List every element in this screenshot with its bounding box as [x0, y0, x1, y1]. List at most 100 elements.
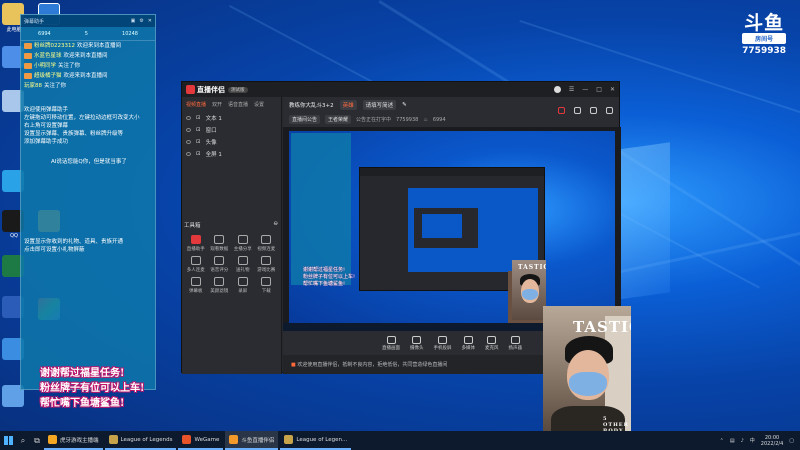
tool-match[interactable]: 游戏比赛	[255, 256, 279, 273]
phone-cast-button[interactable]: 手机投屏	[434, 335, 452, 351]
notice-text: 欢迎使用直播伴侣，抵制不良内容，拒绝低俗，共同营造绿色直播间	[297, 362, 448, 368]
stream-caption: 谢谢帮过福星任务! 粉丝牌子有位可以上车! 帮忙嘴下鱼塘鲨鱼!	[40, 366, 144, 411]
category-pill[interactable]: 英雄	[339, 100, 357, 110]
share-icon[interactable]	[606, 107, 613, 114]
eye-icon[interactable]	[186, 116, 191, 120]
taskbar: ⌕ ⧉ 虎牙游戏主播端 League of Legends WeGame 斗鱼直…	[0, 431, 800, 450]
chat-icon[interactable]	[574, 107, 581, 114]
summary-pill[interactable]: 请填写简述	[362, 100, 397, 110]
room-title[interactable]: 教练你大乱斗3+2	[289, 101, 334, 109]
room-info-bar: 教练你大乱斗3+2 英雄 请填写简述 ✎ 直播间公告 王者荣耀 公告正在打字中 …	[283, 97, 619, 127]
stream-preview[interactable]: 谢谢帮过福星任务! 粉丝牌子有位可以上车! 帮忙嘴下鱼塘鲨鱼!	[283, 127, 621, 331]
clock-date: 2022/2/4	[760, 440, 784, 447]
like-count: 10248	[122, 30, 138, 37]
viewer-count: 6994	[38, 30, 51, 37]
network-icon[interactable]: ▤	[730, 438, 735, 444]
scene-item[interactable]: ⊡ 头像	[182, 136, 281, 148]
preview-caption: 谢谢帮过福星任务! 粉丝牌子有位可以上车! 帮忙嘴下鱼塘鲨鱼!	[303, 267, 356, 287]
caption-line: 帮忙嘴下鱼塘鲨鱼!	[40, 398, 125, 409]
tab-voice-live[interactable]: 语音直播	[228, 101, 248, 108]
taskbar-app[interactable]: League of Legen...	[280, 431, 352, 450]
tool-live-assistant[interactable]: 直播助手	[184, 235, 208, 252]
wegame-icon	[182, 435, 192, 444]
version-badge: 测试版	[228, 86, 248, 93]
menu-icon[interactable]: ☰	[569, 86, 574, 93]
tab-settings[interactable]: 设置	[254, 101, 264, 108]
scene-item[interactable]: ⊡ 窗口	[182, 124, 281, 136]
eye-icon[interactable]	[186, 152, 191, 156]
camera-button[interactable]: 摄像头	[410, 335, 424, 351]
settings-icon[interactable]	[590, 107, 597, 114]
app-logo-icon	[186, 85, 195, 94]
eye-icon[interactable]	[186, 140, 191, 144]
tool-beauty[interactable]: 美颜滤镜	[208, 277, 232, 294]
gift-icon[interactable]	[558, 107, 565, 114]
collapse-icon[interactable]: ⊖	[273, 221, 278, 229]
ime-icon[interactable]: 中	[750, 437, 755, 444]
screen-capture-button[interactable]: 直播画面	[382, 335, 400, 351]
game-pill[interactable]: 王者荣耀	[325, 115, 352, 124]
microphone-button[interactable]: 麦克风	[485, 335, 499, 351]
up-arrow-icon[interactable]: ⌃	[720, 438, 724, 444]
lock-icon[interactable]: ⊡	[196, 115, 201, 121]
scene-item[interactable]: ⊡ 全屏 1	[182, 148, 281, 160]
maximize-icon[interactable]: □	[596, 86, 602, 93]
chat-panel-title: 弹幕助手	[24, 18, 45, 25]
speaker-button[interactable]: 扬声器	[509, 335, 522, 351]
webcam-small-text: TASTIC	[518, 264, 546, 271]
fan-badge-icon	[24, 43, 32, 49]
fan-count: 5	[84, 30, 88, 37]
stream-id: 7759938	[396, 116, 419, 123]
avatar[interactable]	[553, 86, 561, 93]
chat-panel-header: 弹幕助手 ▣ ⚙ ✕	[21, 15, 155, 27]
media-button[interactable]: 多媒体	[462, 335, 475, 351]
tool-multi-link[interactable]: 多人连麦	[184, 256, 208, 273]
danmu-chat-panel[interactable]: 弹幕助手 ▣ ⚙ ✕ 6994 5 10248 粉丝牌0223312 欢迎来到本直…	[20, 14, 156, 390]
chat-message: 粉丝牌0223312 欢迎来到本直播间	[21, 41, 155, 51]
settings-icon[interactable]: ⚙	[139, 18, 143, 24]
title-bar[interactable]: 直播伴侣 测试版 ☰ — □ ✕	[182, 82, 619, 97]
fan-badge-icon	[24, 63, 32, 69]
clock[interactable]: 20:00 2022/2/4	[761, 435, 783, 447]
lol-icon	[284, 435, 294, 444]
task-view-icon[interactable]: ⧉	[30, 431, 44, 450]
taskbar-app[interactable]: 斗鱼直播伴侣	[225, 431, 279, 450]
taskbar-app[interactable]: 虎牙游戏主播端	[44, 431, 103, 450]
minimize-icon[interactable]: —	[582, 86, 588, 93]
toolbox-title: 工具箱	[184, 223, 201, 229]
volume-icon[interactable]: ♪	[741, 438, 744, 444]
tab-dual[interactable]: 双开	[212, 101, 222, 108]
search-icon[interactable]: ⌕	[16, 431, 30, 450]
lock-icon[interactable]: ⊡	[196, 151, 201, 157]
taskbar-app[interactable]: WeGame	[178, 431, 224, 450]
lock-icon[interactable]: ⊡	[196, 139, 201, 145]
caption-line: 谢谢帮过福星任务!	[40, 368, 125, 379]
chat-stats: 6994 5 10248	[21, 27, 155, 41]
close-icon[interactable]: ✕	[610, 86, 615, 93]
lock-icon[interactable]: ⊡	[196, 127, 201, 133]
tab-video-live[interactable]: 视频直播	[186, 101, 206, 108]
gift-message: 设置显示你收到的礼物、道具、贵族开通 点击即可设置小礼物屏蔽	[24, 239, 124, 253]
edit-icon[interactable]: ✎	[402, 102, 407, 108]
taskbar-app[interactable]: League of Legends	[104, 431, 177, 450]
toolbox: 工具箱 ⊖ 直播助手 观看数据 主播分享 视频连麦 多人连麦 语音评分 送礼物 …	[184, 221, 278, 294]
tool-video-link[interactable]: 视频连麦	[255, 235, 279, 252]
tool-view-data[interactable]: 观看数据	[208, 235, 232, 252]
close-icon[interactable]: ✕	[148, 18, 152, 24]
douyu-logo: 斗鱼	[744, 12, 785, 34]
preview-chat-panel	[291, 133, 351, 285]
tool-share[interactable]: 主播分享	[231, 235, 255, 252]
tool-gift[interactable]: 送礼物	[231, 256, 255, 273]
eye-icon[interactable]	[186, 128, 191, 132]
scene-item[interactable]: ⊡ 文本 1	[182, 112, 281, 124]
tool-record[interactable]: 录屏	[231, 277, 255, 294]
douyu-brand: 斗鱼 房间号 7759938	[742, 13, 786, 56]
announcement-text: 公告正在打字中	[356, 117, 392, 123]
start-button[interactable]	[0, 431, 16, 450]
notification-icon[interactable]: ▢	[789, 438, 794, 444]
announcement-pill[interactable]: 直播间公告	[289, 115, 321, 124]
tool-danmu-board[interactable]: 弹幕板	[184, 277, 208, 294]
tool-download[interactable]: 下载	[255, 277, 279, 294]
tool-voice-score[interactable]: 语音评分	[208, 256, 232, 273]
lock-icon[interactable]: ▣	[131, 18, 136, 24]
